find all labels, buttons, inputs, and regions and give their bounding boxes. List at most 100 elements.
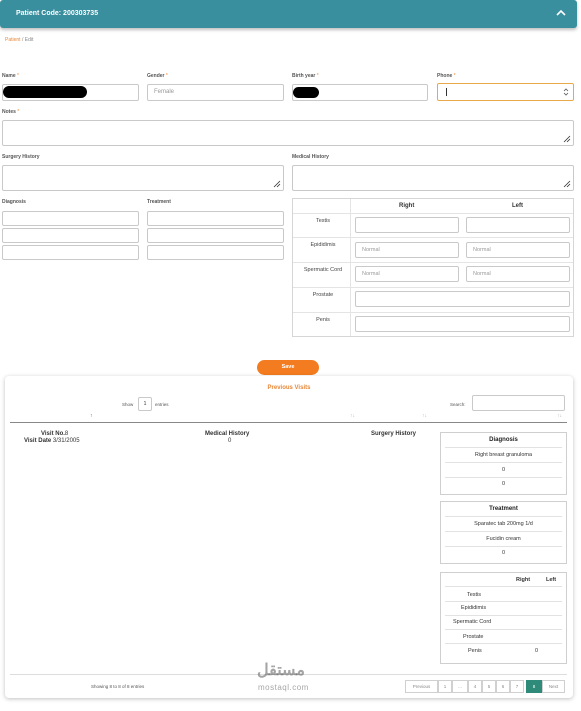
testis-left-input[interactable] [466, 217, 570, 233]
pager-previous[interactable]: Previous [405, 680, 438, 693]
treatment-label: Treatment [147, 199, 171, 205]
visit-exam-box: Right Left Testis Epididimis Spermatic C… [440, 572, 567, 664]
divider [445, 601, 562, 602]
visit-exam-col-right: Right [516, 577, 531, 583]
treatment-input-3[interactable] [147, 245, 284, 260]
visit-diagnosis-item: 0 [501, 467, 506, 473]
visit-no: Visit No.8 [41, 431, 69, 437]
exam-col-left: Left [512, 203, 523, 209]
search-label: Search: [450, 402, 466, 407]
divider [445, 615, 562, 616]
notes-textarea[interactable] [2, 120, 574, 146]
exam-row-prostate: Prostate [312, 292, 334, 298]
divider [445, 516, 562, 517]
divider [445, 531, 562, 532]
row-divider [293, 312, 573, 313]
divider [445, 462, 562, 463]
phone-field[interactable] [437, 83, 574, 101]
diagnosis-input-1[interactable] [2, 211, 139, 226]
save-button[interactable]: Save [257, 360, 319, 375]
previous-visits-title: Previous Visits [267, 385, 311, 391]
divider [445, 477, 562, 478]
exam-col-right: Right [399, 203, 415, 209]
exam-row-spermatic-cord: Spermatic Cord [303, 267, 343, 273]
epididimis-right-input[interactable]: Normal [355, 242, 459, 258]
search-input[interactable] [472, 395, 565, 411]
breadcrumb: Patient / Edit [5, 37, 33, 43]
visit-diagnosis-item: 0 [501, 481, 506, 487]
divider [445, 546, 562, 547]
pager-ellipsis: ... [452, 680, 468, 693]
text-cursor [446, 88, 447, 96]
visit-treatment-title: Treatment [489, 506, 518, 512]
resize-grip-icon[interactable] [563, 135, 571, 143]
previous-visits-card: Previous Visits Show 1 entries Search: ↑… [5, 376, 573, 698]
testis-right-input[interactable] [355, 217, 459, 233]
epididimis-left-input[interactable]: Normal [466, 242, 570, 258]
pager-page-active[interactable]: 8 [526, 680, 542, 693]
sort-icon[interactable]: ↑↓ [557, 413, 562, 419]
surgery-history-textarea[interactable] [2, 165, 284, 191]
row-divider [293, 237, 573, 238]
exam-row-testis: Testis [315, 218, 331, 224]
medical-history-textarea[interactable] [292, 165, 574, 191]
name-field[interactable] [2, 84, 139, 101]
visit-diagnosis-item: Right breast granuloma [474, 452, 533, 458]
breadcrumb-separator: / [21, 37, 24, 43]
treatment-input-1[interactable] [147, 211, 284, 226]
stepper-icon[interactable] [563, 87, 569, 97]
diagnosis-input-2[interactable] [2, 228, 139, 243]
prostate-input[interactable] [355, 291, 570, 307]
pager-page[interactable]: 7 [510, 680, 524, 693]
showing-entries-text: Showing 8 to 8 of 8 entries [91, 684, 145, 689]
visit-treatment-item: 0 [501, 550, 506, 556]
name-label: Name * [2, 73, 19, 79]
entries-length-select[interactable]: 1 [138, 397, 152, 411]
divider [445, 447, 562, 448]
surgery-history-label: Surgery History [2, 154, 40, 160]
watermark-logo: مستقل [257, 662, 305, 679]
gender-label: Gender * [147, 73, 168, 79]
sort-icon[interactable]: ↑↓ [350, 413, 355, 419]
patient-code-title: Patient Code: 200303735 [16, 10, 99, 17]
visit-treatment-item: Fucidin cream [486, 536, 521, 542]
sort-icon[interactable]: ↑ [90, 413, 93, 419]
pager-page[interactable]: 4 [468, 680, 482, 693]
surgery-history-col: Surgery History [371, 431, 417, 437]
chevron-up-icon[interactable] [555, 7, 567, 19]
birth-year-field[interactable] [292, 84, 428, 101]
penis-input[interactable] [355, 316, 570, 332]
resize-grip-icon[interactable] [273, 180, 281, 188]
watermark-url: mostaql.com [258, 683, 309, 692]
redacted-birth-year [293, 87, 319, 98]
diagnosis-input-3[interactable] [2, 245, 139, 260]
row-divider [293, 287, 573, 288]
examination-table: Right Left Testis Epididimis Normal Norm… [292, 198, 574, 337]
show-label: Show [122, 402, 134, 407]
divider [445, 629, 562, 630]
sort-icon[interactable]: ↑↓ [422, 413, 427, 419]
pager-page[interactable]: 1 [438, 680, 452, 693]
redacted-name [3, 86, 87, 98]
row-divider [293, 213, 573, 214]
exam-row-penis: Penis [316, 317, 330, 323]
gender-field[interactable]: Female [147, 84, 284, 101]
pager-page[interactable]: 5 [482, 680, 496, 693]
visit-diagnosis-box: Diagnosis Right breast granuloma 0 0 [440, 432, 567, 495]
pager-next[interactable]: Next [542, 680, 565, 693]
phone-label: Phone * [437, 73, 456, 79]
medical-history-value: 0 [228, 438, 232, 444]
visit-exam-row: Penis [468, 648, 482, 654]
spermatic-cord-left-input[interactable]: Normal [466, 266, 570, 282]
medical-history-label: Medical History [292, 154, 329, 160]
divider [445, 643, 562, 644]
divider [445, 586, 562, 587]
patient-header[interactable]: Patient Code: 200303735 [0, 0, 577, 28]
visit-treatment-box: Treatment Sparatec tab 200mg 1/d Fucidin… [440, 501, 567, 564]
pager-page[interactable]: 6 [496, 680, 510, 693]
birth-year-label: Birth year * [292, 73, 319, 79]
breadcrumb-patient-link[interactable]: Patient [5, 37, 21, 43]
treatment-input-2[interactable] [147, 228, 284, 243]
resize-grip-icon[interactable] [563, 180, 571, 188]
spermatic-cord-right-input[interactable]: Normal [355, 266, 459, 282]
